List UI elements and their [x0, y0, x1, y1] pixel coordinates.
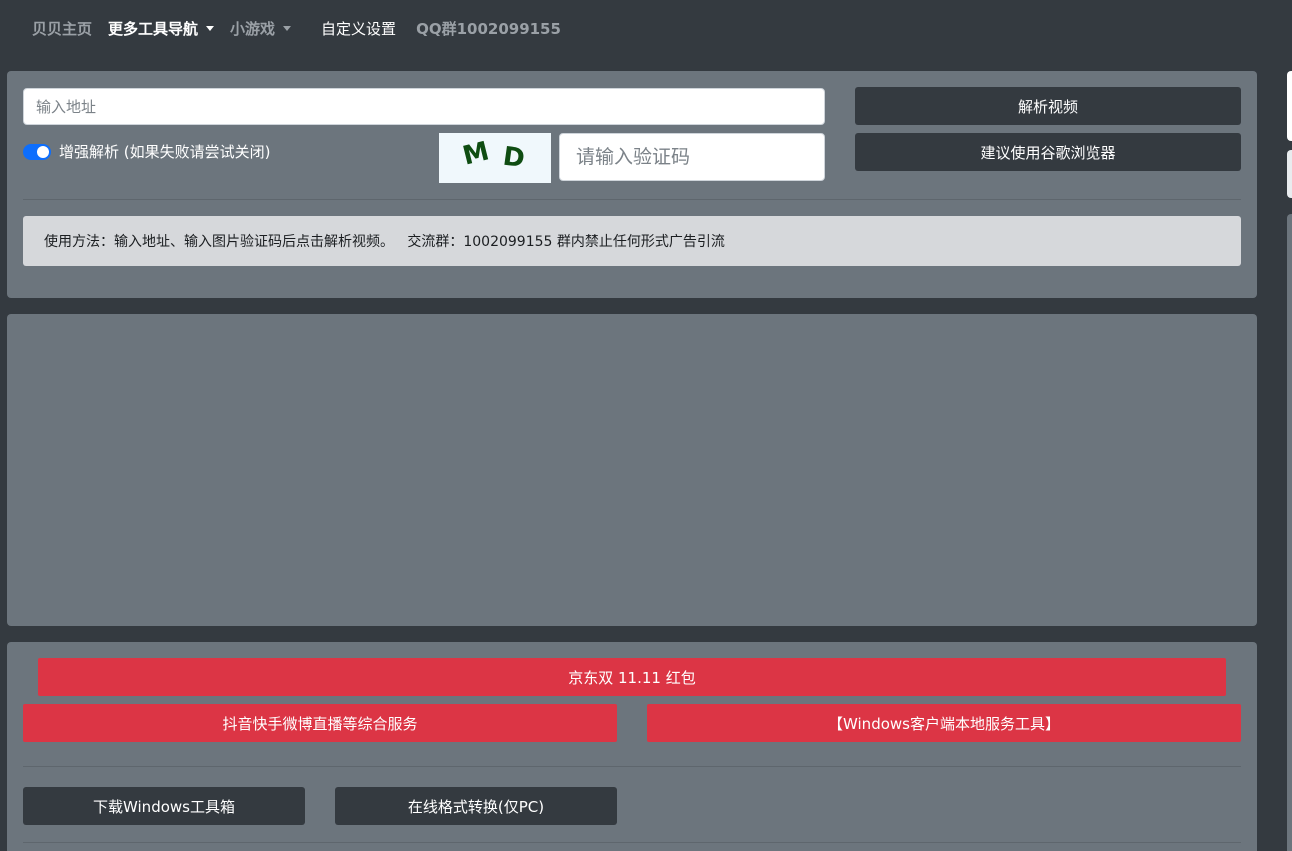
side-panel-fragment [1287, 71, 1292, 141]
side-panel-fragment [1287, 150, 1292, 198]
format-convert-button[interactable]: 在线格式转换(仅PC) [335, 787, 617, 825]
browser-suggestion-button[interactable]: 建议使用谷歌浏览器 [855, 133, 1241, 171]
divider [23, 766, 1241, 767]
nav-qq-group-link[interactable]: QQ群1002099155 [416, 18, 561, 39]
captcha-char: M [459, 136, 493, 172]
nav-games-dropdown[interactable]: 小游戏 [230, 18, 292, 39]
usage-notice: 使用方法：输入地址、输入图片验证码后点击解析视频。 交流群：1002099155… [23, 216, 1241, 266]
captcha-char: D [501, 141, 527, 175]
nav-tools-label: 更多工具导航 [108, 19, 199, 38]
nav-settings-link[interactable]: 自定义设置 [321, 18, 396, 39]
url-input[interactable] [23, 88, 825, 125]
captcha-input[interactable] [559, 133, 825, 181]
captcha-image[interactable]: M D [439, 133, 551, 183]
nav-games-label: 小游戏 [230, 19, 276, 38]
toggle-switch-icon[interactable] [23, 143, 51, 160]
enhanced-parse-toggle[interactable]: 增强解析 (如果失败请尝试关闭) [23, 141, 270, 162]
download-toolbox-button[interactable]: 下载Windows工具箱 [23, 787, 305, 825]
links-card: 京东双 11.11 红包 抖音快手微博直播等综合服务 【Windows客户端本地… [7, 642, 1257, 851]
jd-red-packet-button[interactable]: 京东双 11.11 红包 [38, 658, 1226, 696]
divider [23, 199, 1241, 200]
chevron-down-icon [283, 25, 292, 31]
enhanced-parse-label: 增强解析 (如果失败请尝试关闭) [59, 143, 271, 161]
live-services-button[interactable]: 抖音快手微博直播等综合服务 [23, 704, 617, 742]
video-player-area [7, 314, 1257, 626]
parse-video-button[interactable]: 解析视频 [855, 87, 1241, 125]
side-panel-fragment [1287, 214, 1292, 851]
chevron-down-icon [206, 25, 215, 31]
nav-tools-dropdown[interactable]: 更多工具导航 [108, 18, 215, 39]
top-navbar: 贝贝主页 更多工具导航 小游戏 自定义设置 QQ群1002099155 [0, 0, 1292, 56]
nav-home-link[interactable]: 贝贝主页 [32, 18, 92, 39]
parser-card: 增强解析 (如果失败请尝试关闭) M D 解析视频 建议使用谷歌浏览器 使用方法… [7, 71, 1257, 298]
divider [23, 842, 1241, 843]
windows-local-tool-button[interactable]: 【Windows客户端本地服务工具】 [647, 704, 1241, 742]
